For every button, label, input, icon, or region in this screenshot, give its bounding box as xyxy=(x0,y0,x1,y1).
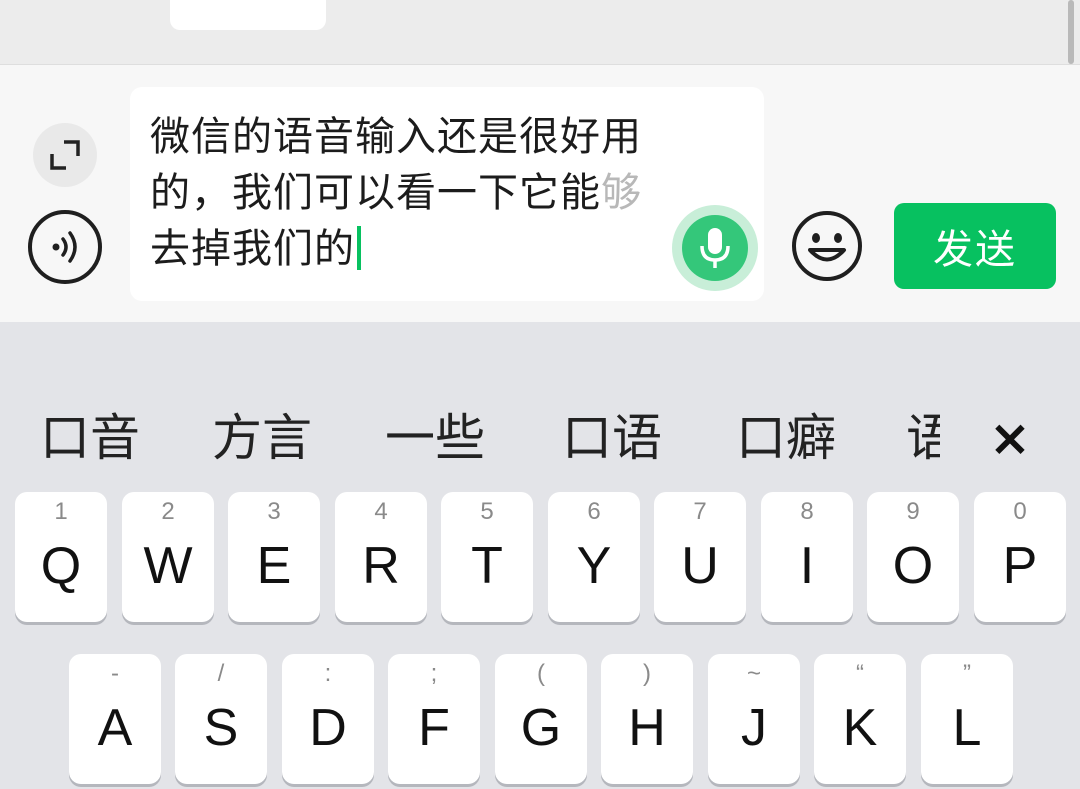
key-sub: ” xyxy=(963,660,971,687)
key-sub: 6 xyxy=(587,498,601,525)
key-sub: ) xyxy=(643,660,651,687)
close-candidates-button[interactable]: × xyxy=(985,410,1035,466)
key-o[interactable]: 9O xyxy=(867,492,959,622)
voice-input-inner xyxy=(682,215,748,281)
key-d[interactable]: :D xyxy=(282,654,374,784)
key-label: O xyxy=(892,537,934,595)
key-sub: : xyxy=(324,660,332,687)
key-j[interactable]: ~ J xyxy=(708,654,800,784)
key-sub: - xyxy=(111,660,119,687)
candidate-bar: 口音 方言 一些 口语 口癖 语 × xyxy=(0,402,1080,474)
key-sub: 8 xyxy=(800,498,814,525)
message-input-text: 微信的语音输入还是很好用的，我们可以看一下它能够去掉我们的 xyxy=(150,109,710,277)
key-label: I xyxy=(799,537,815,595)
microphone-icon xyxy=(700,228,730,268)
candidate-word[interactable]: 口癖 xyxy=(736,402,836,474)
key-sub: 9 xyxy=(906,498,920,525)
voice-input-button[interactable] xyxy=(672,205,758,291)
voice-mode-icon xyxy=(52,231,77,263)
emoji-icon xyxy=(792,211,862,281)
key-sub: 4 xyxy=(374,498,388,525)
key-label: F xyxy=(418,699,450,757)
message-bubble[interactable] xyxy=(170,0,326,30)
expand-icon xyxy=(50,140,80,170)
input-text: 微信的语音输入还是很好用的，我们可以看一下它能 xyxy=(150,114,642,216)
key-label: D xyxy=(309,699,347,757)
key-label: Y xyxy=(576,537,612,595)
key-label: S xyxy=(203,699,239,757)
input-text-line3: 去掉我们的 xyxy=(150,226,355,272)
key-sub: ~ xyxy=(746,660,761,687)
candidate-word[interactable]: 方言 xyxy=(212,402,312,474)
key-h[interactable]: ) H xyxy=(601,654,693,784)
key-label: T xyxy=(471,537,503,595)
candidate-word-partial[interactable]: 语 xyxy=(906,402,940,474)
keyboard: 口音 方言 一些 口语 口癖 语 × 1Q 2W 3E 4R 5T 6Y 7U … xyxy=(0,322,1080,789)
key-label: G xyxy=(520,699,562,757)
key-label: A xyxy=(97,699,133,757)
candidate-word[interactable]: 口音 xyxy=(40,402,140,474)
key-i[interactable]: 8I xyxy=(761,492,853,622)
key-k[interactable]: “K xyxy=(814,654,906,784)
key-label: E xyxy=(256,537,292,595)
expand-button[interactable] xyxy=(33,123,97,187)
key-l[interactable]: ” L xyxy=(921,654,1013,784)
key-sub: ; xyxy=(430,660,438,687)
key-sub: 3 xyxy=(267,498,281,525)
input-text-faded: 够 xyxy=(601,170,642,216)
key-e[interactable]: 3E xyxy=(228,492,320,622)
key-label: J xyxy=(741,699,767,757)
key-s[interactable]: / S xyxy=(175,654,267,784)
key-sub: 2 xyxy=(161,498,175,525)
key-p[interactable]: 0P xyxy=(974,492,1066,622)
key-label: R xyxy=(362,537,400,595)
key-f[interactable]: ; F xyxy=(388,654,480,784)
key-sub: / xyxy=(217,660,225,687)
key-sub: “ xyxy=(856,660,864,687)
key-q[interactable]: 1Q xyxy=(15,492,107,622)
key-u[interactable]: 7U xyxy=(654,492,746,622)
candidate-word[interactable]: 一些 xyxy=(385,402,485,474)
key-label: W xyxy=(143,537,193,595)
chat-area xyxy=(0,0,1080,64)
key-sub: 5 xyxy=(480,498,494,525)
key-a[interactable]: -A xyxy=(69,654,161,784)
message-input[interactable]: 微信的语音输入还是很好用的，我们可以看一下它能够去掉我们的 xyxy=(130,87,764,301)
scrollbar[interactable] xyxy=(1068,0,1074,64)
send-button[interactable]: 发送 xyxy=(894,203,1056,289)
key-r[interactable]: 4R xyxy=(335,492,427,622)
voice-mode-button[interactable] xyxy=(28,210,102,284)
key-sub: 1 xyxy=(54,498,68,525)
emoji-button[interactable] xyxy=(790,209,864,283)
key-g[interactable]: (G xyxy=(495,654,587,784)
key-sub: ( xyxy=(537,660,545,687)
key-label: P xyxy=(1002,537,1038,595)
key-sub: 0 xyxy=(1013,498,1027,525)
candidate-word[interactable]: 口语 xyxy=(562,402,662,474)
key-label: K xyxy=(842,699,878,757)
key-y[interactable]: 6Y xyxy=(548,492,640,622)
key-label: H xyxy=(628,699,666,757)
text-caret xyxy=(357,226,361,270)
key-label: L xyxy=(952,699,982,757)
key-label: U xyxy=(681,537,719,595)
key-t[interactable]: 5T xyxy=(441,492,533,622)
key-label: Q xyxy=(40,537,82,595)
input-bar: 微信的语音输入还是很好用的，我们可以看一下它能够去掉我们的 发送 xyxy=(0,64,1080,322)
key-sub: 7 xyxy=(693,498,707,525)
candidate-word-partial-text: 语 xyxy=(906,409,940,467)
key-w[interactable]: 2W xyxy=(122,492,214,622)
